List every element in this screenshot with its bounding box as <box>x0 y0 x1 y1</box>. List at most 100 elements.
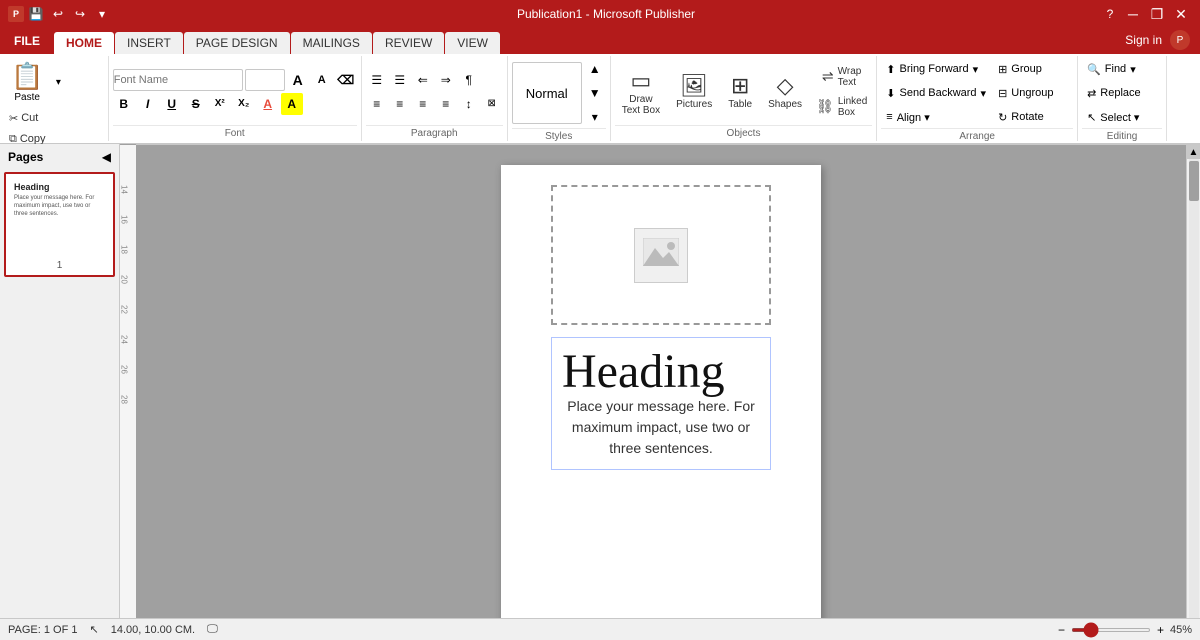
font-row-1: A A ⌫ <box>113 69 357 91</box>
find-dropdown[interactable]: ▾ <box>1130 63 1136 76</box>
window-controls: ? ─ ❐ ✕ <box>1100 4 1192 24</box>
undo-quick-button[interactable]: ↩ <box>48 4 68 24</box>
bring-forward-button[interactable]: ⬆ Bring Forward ▾ <box>881 58 991 80</box>
rotate-button[interactable]: ↻ Rotate <box>993 106 1073 128</box>
increase-indent-button[interactable]: ⇒ <box>435 69 457 91</box>
editing-label: Editing <box>1082 128 1162 142</box>
line-spacing-button[interactable]: ↕ <box>458 93 480 115</box>
styles-scroll-down[interactable]: ▼ <box>584 82 606 104</box>
customize-quick-button[interactable]: ▾ <box>92 4 112 24</box>
strikethrough-button[interactable]: S <box>185 93 207 115</box>
send-backward-icon: ⬇ <box>886 87 895 100</box>
font-size-decrease-button[interactable]: A <box>311 69 333 91</box>
font-name-input[interactable] <box>113 69 243 91</box>
text-highlight-button[interactable]: A <box>281 93 303 115</box>
paste-dropdown-button[interactable]: ▾ <box>50 58 66 106</box>
select-button[interactable]: ↖ Select ▾ <box>1082 106 1162 128</box>
font-size-increase-button[interactable]: A <box>287 69 309 91</box>
table-button[interactable]: ⊞ Table <box>721 61 759 123</box>
table-icon: ⊞ <box>731 73 749 99</box>
scroll-up-button[interactable]: ▲ <box>1187 145 1200 159</box>
group-button[interactable]: ⊞ Group <box>993 58 1073 80</box>
account-avatar[interactable]: P <box>1170 30 1190 50</box>
align-label: Align ▾ <box>897 111 930 124</box>
help-button[interactable]: ? <box>1100 4 1120 24</box>
subscript-button[interactable]: X₂ <box>233 93 255 115</box>
paste-button[interactable]: 📋 Paste <box>4 58 50 106</box>
styles-scroll-up[interactable]: ▲ <box>584 58 606 80</box>
zoom-in-button[interactable]: + <box>1157 623 1164 637</box>
replace-button[interactable]: ⇄ Replace <box>1082 82 1162 104</box>
layout-view-button[interactable]: 🖵 <box>207 623 218 636</box>
bring-forward-label: Bring Forward <box>900 63 969 75</box>
send-backward-dropdown[interactable]: ▾ <box>981 87 987 100</box>
styles-expand-button[interactable]: ▾ <box>584 106 606 128</box>
pages-panel: Pages ◀ Heading Place your message here.… <box>0 144 120 618</box>
align-right-button[interactable]: ≡ <box>412 93 434 115</box>
decrease-indent-button[interactable]: ⇐ <box>412 69 434 91</box>
bring-forward-dropdown[interactable]: ▾ <box>973 63 979 76</box>
draw-text-box-button[interactable]: ▭ DrawText Box <box>615 61 667 123</box>
save-quick-button[interactable]: 💾 <box>26 4 46 24</box>
font-color-button[interactable]: A <box>257 93 279 115</box>
zoom-slider[interactable] <box>1071 628 1151 632</box>
find-button[interactable]: 🔍 Find ▾ <box>1082 58 1162 80</box>
document-page: Heading Place your message here. For max… <box>501 165 821 618</box>
styles-preview[interactable]: Normal <box>512 62 582 124</box>
show-hide-button[interactable]: ¶ <box>458 69 480 91</box>
image-placeholder[interactable] <box>551 185 771 325</box>
main-layout: Pages ◀ Heading Place your message here.… <box>0 144 1200 618</box>
tab-page-design[interactable]: PAGE DESIGN <box>184 32 290 54</box>
numbering-button[interactable]: ☰ <box>389 69 411 91</box>
tab-insert[interactable]: INSERT <box>115 32 183 54</box>
status-right: − + 45% <box>1058 623 1192 637</box>
linked-text-box-button[interactable]: ⛓ LinkedBox <box>811 93 872 121</box>
v-scroll-thumb[interactable] <box>1189 161 1199 201</box>
minimize-button[interactable]: ─ <box>1122 4 1144 24</box>
tab-mailings[interactable]: MAILINGS <box>291 32 372 54</box>
styles-preview-text: Normal <box>526 86 568 101</box>
clear-formatting-button[interactable]: ⌫ <box>335 69 357 91</box>
ungroup-button[interactable]: ⊟ Ungroup <box>993 82 1073 104</box>
canvas-with-ruler: 14 16 18 20 22 24 26 28 <box>120 145 1200 618</box>
draw-text-box-label: DrawText Box <box>622 94 660 116</box>
linked-icon: ⛓ <box>816 98 834 115</box>
redo-quick-button[interactable]: ↪ <box>70 4 90 24</box>
table-label: Table <box>728 99 752 110</box>
justify-button[interactable]: ≡ <box>435 93 457 115</box>
send-backward-button[interactable]: ⬇ Send Backward ▾ <box>881 82 991 104</box>
canvas-scroll[interactable]: Heading Place your message here. For max… <box>136 145 1186 618</box>
tab-review[interactable]: REVIEW <box>373 32 444 54</box>
zoom-out-button[interactable]: − <box>1058 623 1065 637</box>
tab-view[interactable]: VIEW <box>445 32 500 54</box>
tab-home[interactable]: HOME <box>54 32 114 54</box>
thumb-text-1: Place your message here. For maximum imp… <box>14 195 105 218</box>
vertical-ruler: 14 16 18 20 22 24 26 28 <box>120 145 136 618</box>
tab-file[interactable]: FILE <box>0 28 54 54</box>
cut-button[interactable]: ✂ Cut <box>4 108 104 128</box>
sign-in-label[interactable]: Sign in <box>1125 33 1162 47</box>
pictures-button[interactable]: 🖼 Pictures <box>669 61 719 123</box>
paste-label: Paste <box>14 92 40 103</box>
italic-button[interactable]: I <box>137 93 159 115</box>
restore-button[interactable]: ❐ <box>1146 4 1168 24</box>
close-button[interactable]: ✕ <box>1170 4 1192 24</box>
pages-panel-collapse[interactable]: ◀ <box>102 150 111 164</box>
page-thumbnail-1[interactable]: Heading Place your message here. For max… <box>4 172 115 277</box>
svg-text:14: 14 <box>120 185 129 194</box>
underline-button[interactable]: U <box>161 93 183 115</box>
hyphenation-button[interactable]: ⊠ <box>481 93 503 115</box>
align-left-button[interactable]: ≡ <box>366 93 388 115</box>
font-size-input[interactable] <box>245 69 285 91</box>
bold-button[interactable]: B <box>113 93 135 115</box>
wrap-text-button[interactable]: ⇌ WrapText <box>811 63 872 91</box>
align-button[interactable]: ≡ Align ▾ <box>881 106 991 128</box>
bullets-button[interactable]: ☰ <box>366 69 388 91</box>
image-icon <box>634 228 688 283</box>
shapes-button[interactable]: ◇ Shapes <box>761 61 809 123</box>
v-scroll-track[interactable] <box>1189 159 1199 618</box>
paste-icon: 📋 <box>11 61 43 92</box>
align-center-button[interactable]: ≡ <box>389 93 411 115</box>
vertical-scrollbar[interactable]: ▲ ▼ <box>1186 145 1200 618</box>
superscript-button[interactable]: X² <box>209 93 231 115</box>
